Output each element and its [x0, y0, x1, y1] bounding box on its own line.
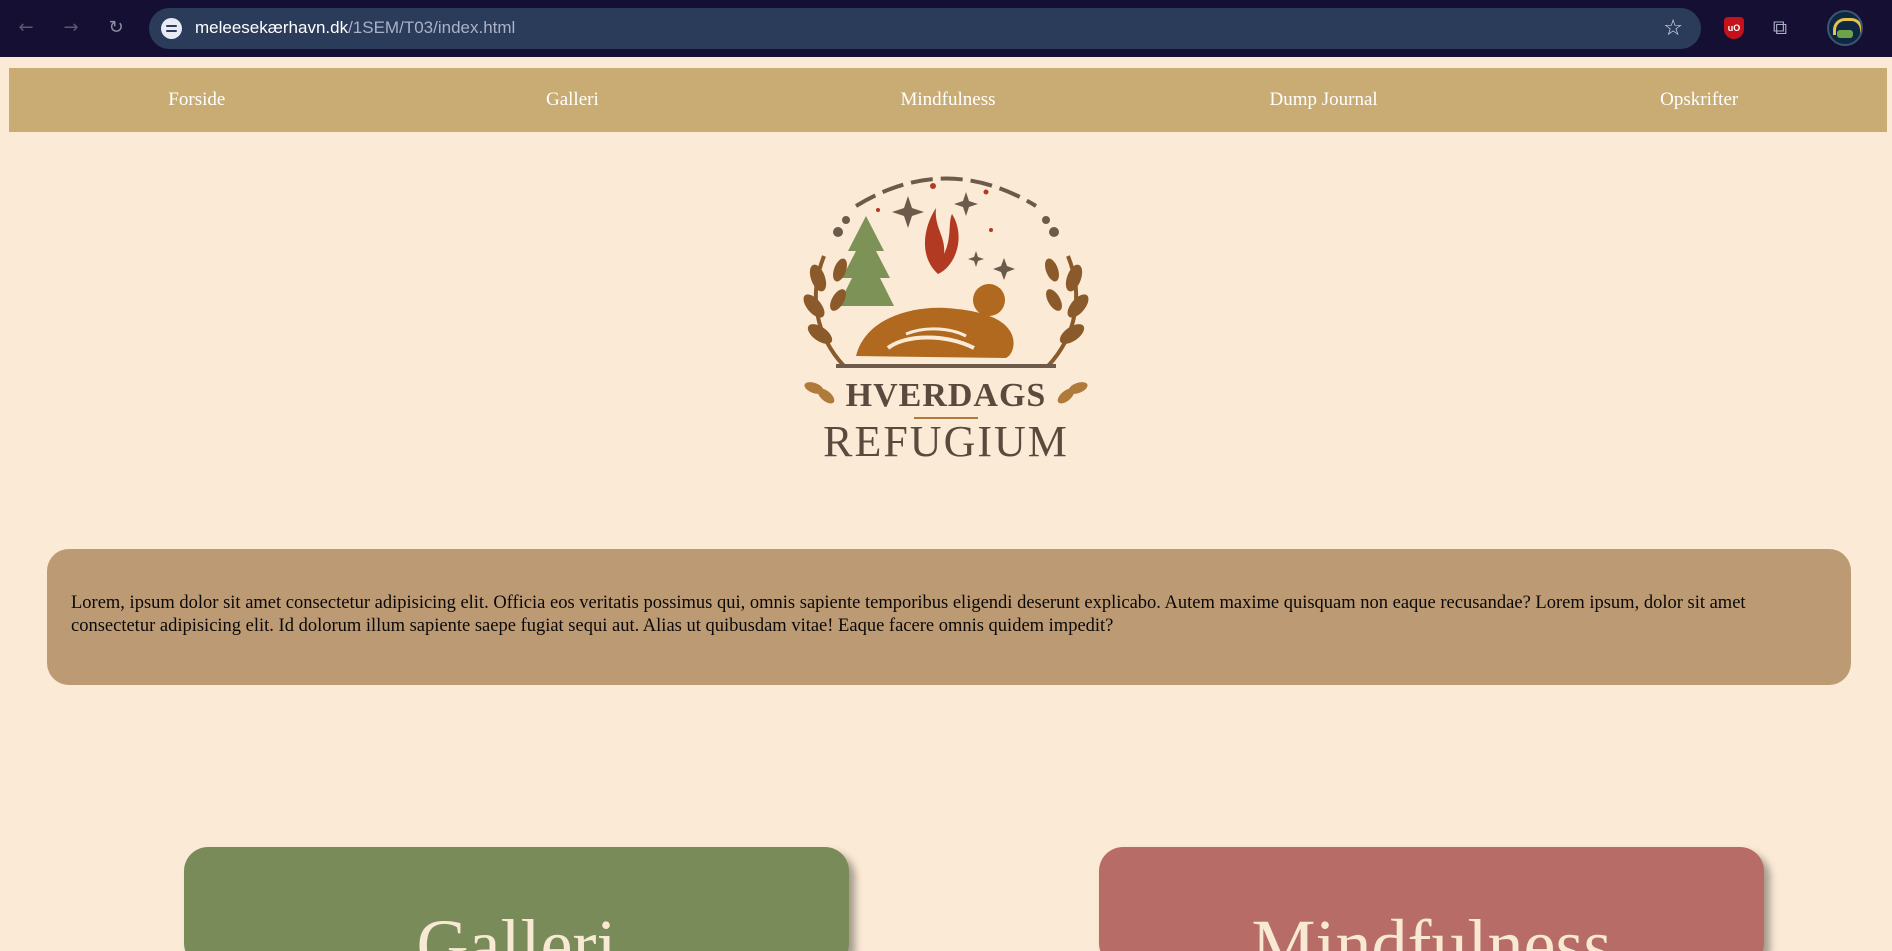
mindfulness-card-title: Mindfulness [1251, 905, 1612, 951]
logo-line-1: HVERDAGS [846, 377, 1047, 414]
intro-text: Lorem, ipsum dolor sit amet consectetur … [71, 593, 1746, 636]
galleri-card[interactable]: Galleri [184, 847, 849, 951]
site-nav: Forside Galleri Mindfulness Dump Journal… [9, 68, 1887, 132]
browser-toolbar: ← → ↻ meleesekærhavn.dk/1SEM/T03/index.h… [0, 0, 1892, 57]
hverdags-refugium-logo: HVERDAGS REFUGIUM [803, 176, 1089, 466]
intro-box: Lorem, ipsum dolor sit amet consectetur … [47, 549, 1851, 685]
nav-link-dump-journal[interactable]: Dump Journal [1136, 89, 1512, 111]
extensions-icon[interactable]: ⧉ [1767, 14, 1793, 40]
url-text[interactable]: meleesekærhavn.dk/1SEM/T03/index.html [195, 18, 515, 38]
site-info-icon[interactable] [161, 18, 182, 39]
galleri-card-title: Galleri [416, 905, 617, 951]
profile-avatar[interactable] [1827, 10, 1863, 46]
forward-icon[interactable]: → [59, 16, 83, 40]
address-bar[interactable]: meleesekærhavn.dk/1SEM/T03/index.html ☆ [149, 8, 1701, 49]
ublock-icon[interactable]: uO [1724, 17, 1744, 39]
nav-link-opskrifter[interactable]: Opskrifter [1511, 89, 1887, 111]
logo-line-2: REFUGIUM [823, 417, 1069, 466]
nav-link-forside[interactable]: Forside [9, 89, 385, 111]
menu-icon[interactable]: ⋮ [1884, 14, 1892, 38]
nav-link-galleri[interactable]: Galleri [385, 89, 761, 111]
reload-icon[interactable]: ↻ [104, 16, 128, 40]
back-icon[interactable]: ← [14, 16, 38, 40]
mindfulness-card[interactable]: Mindfulness [1099, 847, 1764, 951]
bookmark-star-icon[interactable]: ☆ [1663, 16, 1683, 41]
nav-link-mindfulness[interactable]: Mindfulness [760, 89, 1136, 111]
